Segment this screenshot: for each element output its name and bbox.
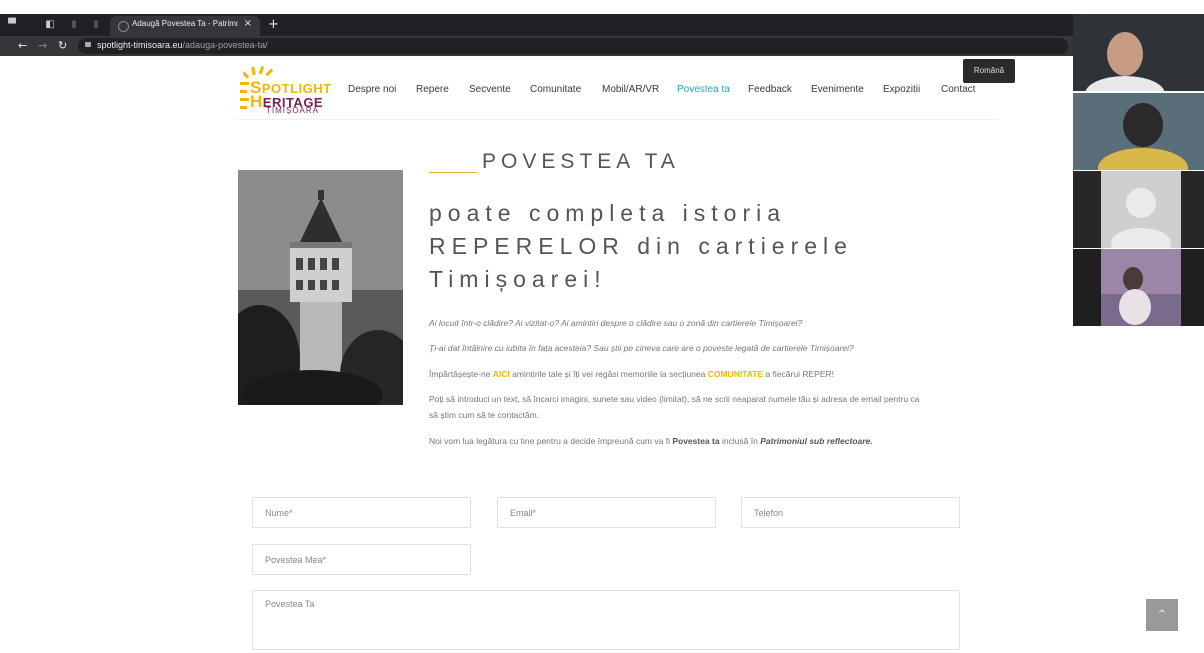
comunitate-highlight: COMUNITATE [707, 369, 764, 379]
hero-heading-line2: REPERELOR din cartierele [429, 233, 853, 259]
language-tooltip[interactable]: Română [963, 59, 1015, 83]
nav-mobil-ar-vr[interactable]: Mobil/AR/VR [602, 84, 659, 95]
media-icon[interactable]: ▮ [68, 19, 80, 31]
section-title-accent [429, 172, 477, 173]
video-tile-2[interactable] [1073, 93, 1204, 170]
hero-heading-line3: Timișoarei! [429, 266, 607, 292]
top-strip [0, 0, 1204, 14]
globe-icon [118, 21, 129, 32]
participant-avatar [1073, 14, 1204, 91]
paragraph-4-line2: să știm cum să te contactăm. [429, 410, 540, 420]
site-logo[interactable]: SPOTLIGHT HERITAGE TIMIȘOARA [238, 64, 331, 116]
nav-expozitii[interactable]: Expozitii [883, 84, 920, 95]
close-tab-icon[interactable]: × [244, 18, 252, 29]
back-icon[interactable]: ← [18, 39, 27, 52]
email-input[interactable] [498, 498, 715, 527]
name-input[interactable] [253, 498, 470, 527]
story-title-field[interactable] [252, 544, 471, 575]
name-field[interactable] [252, 497, 471, 528]
window-icon[interactable]: ▀ [6, 19, 18, 31]
water-tower-image [238, 170, 403, 405]
hero-heading-line1: poate completa istoria [429, 200, 787, 226]
media-icon-2[interactable]: ▮ [90, 19, 102, 31]
scroll-to-top-button[interactable]: ^ [1146, 599, 1178, 631]
tab-title: Adaugă Povestea Ta - Patrimoniu... [132, 19, 238, 28]
forward-icon[interactable]: → [38, 39, 47, 52]
address-bar: ← → ↻ spotlight-timisoara.eu/adauga-pove… [0, 36, 1204, 56]
story-field[interactable] [252, 590, 960, 650]
nav-despre-noi[interactable]: Despre noi [348, 84, 396, 95]
browser-tab-bar: ▀ ◧ ▮ ▮ Adaugă Povestea Ta - Patrimoniu.… [0, 14, 1204, 36]
lock-icon [85, 42, 91, 47]
story-textarea[interactable] [253, 591, 959, 649]
logo-line3: TIMIȘOARA [266, 106, 320, 115]
person-placeholder-icon [1101, 171, 1181, 248]
new-tab-button[interactable]: + [268, 17, 279, 32]
nav-contact[interactable]: Contact [941, 84, 975, 95]
nav-feedback[interactable]: Feedback [748, 84, 792, 95]
participant-avatar [1073, 93, 1204, 170]
video-tile-4[interactable] [1073, 249, 1204, 326]
paragraph-5: Noi vom lua legătura cu tine pentru a de… [429, 436, 873, 446]
nav-evenimente[interactable]: Evenimente [811, 84, 864, 95]
phone-input[interactable] [742, 498, 959, 527]
reload-icon[interactable]: ↻ [58, 39, 67, 52]
paragraph-3: Împărtășește-ne AICI amintirile tale și … [429, 369, 834, 379]
url-text: spotlight-timisoara.eu/adauga-povestea-t… [97, 40, 268, 50]
aici-link[interactable]: AICI [493, 369, 510, 379]
url-field[interactable]: spotlight-timisoara.eu/adauga-povestea-t… [78, 38, 1068, 54]
video-tile-3[interactable] [1073, 171, 1204, 248]
paragraph-2: Ți-ai dat întâlnire cu iubita în fața ac… [429, 343, 854, 353]
app-icon[interactable]: ◧ [44, 19, 56, 31]
story-title-input[interactable] [253, 545, 470, 574]
section-title: POVESTEA TA [482, 150, 680, 173]
nav-secvente[interactable]: Secvente [469, 84, 511, 95]
paragraph-1: Ai locuit într-o clădire? Ai vizitat-o? … [429, 318, 803, 328]
water-tower-photo [238, 170, 403, 405]
browser-tab-active[interactable]: Adaugă Povestea Ta - Patrimoniu... × [110, 16, 260, 36]
video-tile-1[interactable] [1073, 14, 1204, 91]
phone-field[interactable] [741, 497, 960, 528]
nav-repere[interactable]: Repere [416, 84, 449, 95]
participant-avatar [1073, 249, 1204, 326]
paragraph-4-line1: Poți să introduci un text, să încarci im… [429, 394, 920, 404]
nav-comunitate[interactable]: Comunitate [530, 84, 581, 95]
nav-povestea-ta[interactable]: Povestea ta [677, 84, 730, 95]
header-divider [238, 119, 998, 120]
email-field[interactable] [497, 497, 716, 528]
